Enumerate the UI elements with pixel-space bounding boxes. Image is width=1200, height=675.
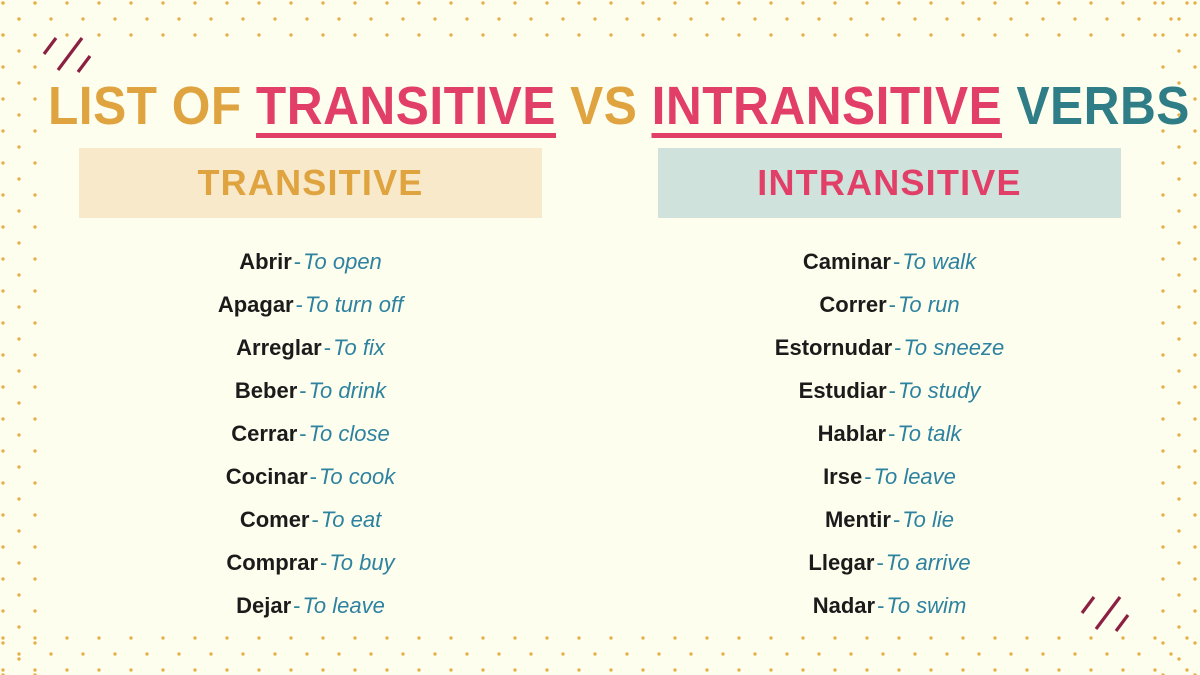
verb-term: Correr <box>819 291 887 317</box>
list-item: Abrir-To open <box>79 240 542 283</box>
verb-term: Llegar <box>808 549 875 575</box>
page-title: LIST OF TRANSITIVE VS INTRANSITIVE VERBS <box>48 76 1189 137</box>
verb-dash: - <box>293 248 302 274</box>
verb-dash: - <box>295 291 303 317</box>
title-part-vs: VS <box>570 76 638 137</box>
verb-definition: To lie <box>902 506 955 532</box>
transitive-verb-list: Abrir-To open Apagar-To turn off Arregla… <box>79 218 542 627</box>
list-item: Estornudar-To sneeze <box>658 326 1121 369</box>
transitive-column-header: TRANSITIVE <box>79 148 542 218</box>
list-item: Estudiar-To study <box>658 369 1121 412</box>
verb-term: Dejar <box>236 592 292 618</box>
list-item: Arreglar-To fix <box>79 326 542 369</box>
list-item: Cerrar-To close <box>79 412 542 455</box>
verb-definition: To cook <box>319 463 396 489</box>
verb-term: Irse <box>823 463 863 489</box>
list-item: Apagar-To turn off <box>79 283 542 326</box>
verb-definition: To leave <box>302 592 385 618</box>
verb-dash: - <box>293 592 301 618</box>
verb-definition: To run <box>898 291 960 317</box>
verb-definition: To fix <box>333 334 385 360</box>
verb-dash: - <box>299 377 307 403</box>
verb-term: Cocinar <box>225 463 308 489</box>
verb-term: Mentir <box>824 506 891 532</box>
verb-definition: To drink <box>308 377 387 403</box>
verb-dash: - <box>864 463 872 489</box>
verb-term: Comer <box>239 506 310 532</box>
verb-list-slide: LIST OF TRANSITIVE VS INTRANSITIVE VERBS… <box>0 0 1200 675</box>
list-item: Dejar-To leave <box>79 584 542 627</box>
intransitive-column-header: INTRANSITIVE <box>658 148 1121 218</box>
verb-dash: - <box>323 334 332 360</box>
list-item: Comprar-To buy <box>79 541 542 584</box>
verb-dash: - <box>892 248 901 274</box>
verb-dash: - <box>892 506 901 532</box>
verb-dash: - <box>320 549 328 575</box>
list-item: Comer-To eat <box>79 498 542 541</box>
verb-term: Arreglar <box>236 334 322 360</box>
verb-dash: - <box>894 334 902 360</box>
list-item: Llegar-To arrive <box>658 541 1121 584</box>
verb-term: Hablar <box>817 420 887 446</box>
verb-definition: To eat <box>320 506 382 532</box>
verb-term: Beber <box>234 377 298 403</box>
verb-definition: To talk <box>897 420 962 446</box>
verb-definition: To close <box>308 420 390 446</box>
list-item: Nadar-To swim <box>658 584 1121 627</box>
verb-dash: - <box>888 420 896 446</box>
title-part-intransitive: INTRANSITIVE <box>651 76 1003 137</box>
verb-definition: To buy <box>329 549 395 575</box>
list-item: Beber-To drink <box>79 369 542 412</box>
title-part-list-of: LIST OF <box>48 76 242 137</box>
verb-dash: - <box>311 506 319 532</box>
verb-term: Apagar <box>217 291 294 317</box>
verb-dash: - <box>877 592 885 618</box>
verb-dash: - <box>888 291 896 317</box>
verb-definition: To study <box>898 377 981 403</box>
verb-columns: TRANSITIVE Abrir-To open Apagar-To turn … <box>0 148 1200 627</box>
title-part-verbs: VERBS <box>1016 76 1190 137</box>
title-part-transitive: TRANSITIVE <box>255 76 556 137</box>
verb-term: Cerrar <box>231 420 298 446</box>
verb-dash: - <box>876 549 884 575</box>
list-item: Caminar-To walk <box>658 240 1121 283</box>
verb-term: Estornudar <box>774 334 893 360</box>
verb-term: Nadar <box>812 592 876 618</box>
verb-definition: To open <box>303 248 382 274</box>
list-item: Irse-To leave <box>658 455 1121 498</box>
verb-definition: To leave <box>873 463 956 489</box>
verb-definition: To swim <box>886 592 967 618</box>
list-item: Mentir-To lie <box>658 498 1121 541</box>
dotted-border-bottom <box>0 635 1200 675</box>
verb-term: Abrir <box>239 248 292 274</box>
intransitive-column: INTRANSITIVE Caminar-To walk Correr-To r… <box>658 148 1121 627</box>
verb-definition: To walk <box>902 248 977 274</box>
transitive-column: TRANSITIVE Abrir-To open Apagar-To turn … <box>79 148 542 627</box>
verb-term: Estudiar <box>798 377 887 403</box>
verb-dash: - <box>309 463 317 489</box>
verb-term: Comprar <box>226 549 319 575</box>
intransitive-verb-list: Caminar-To walk Correr-To run Estornudar… <box>658 218 1121 627</box>
dotted-border-top <box>0 0 1200 40</box>
verb-term: Caminar <box>802 248 891 274</box>
verb-definition: To sneeze <box>903 334 1005 360</box>
verb-dash: - <box>888 377 896 403</box>
verb-definition: To arrive <box>885 549 971 575</box>
verb-definition: To turn off <box>304 291 404 317</box>
verb-dash: - <box>299 420 307 446</box>
list-item: Correr-To run <box>658 283 1121 326</box>
list-item: Cocinar-To cook <box>79 455 542 498</box>
list-item: Hablar-To talk <box>658 412 1121 455</box>
